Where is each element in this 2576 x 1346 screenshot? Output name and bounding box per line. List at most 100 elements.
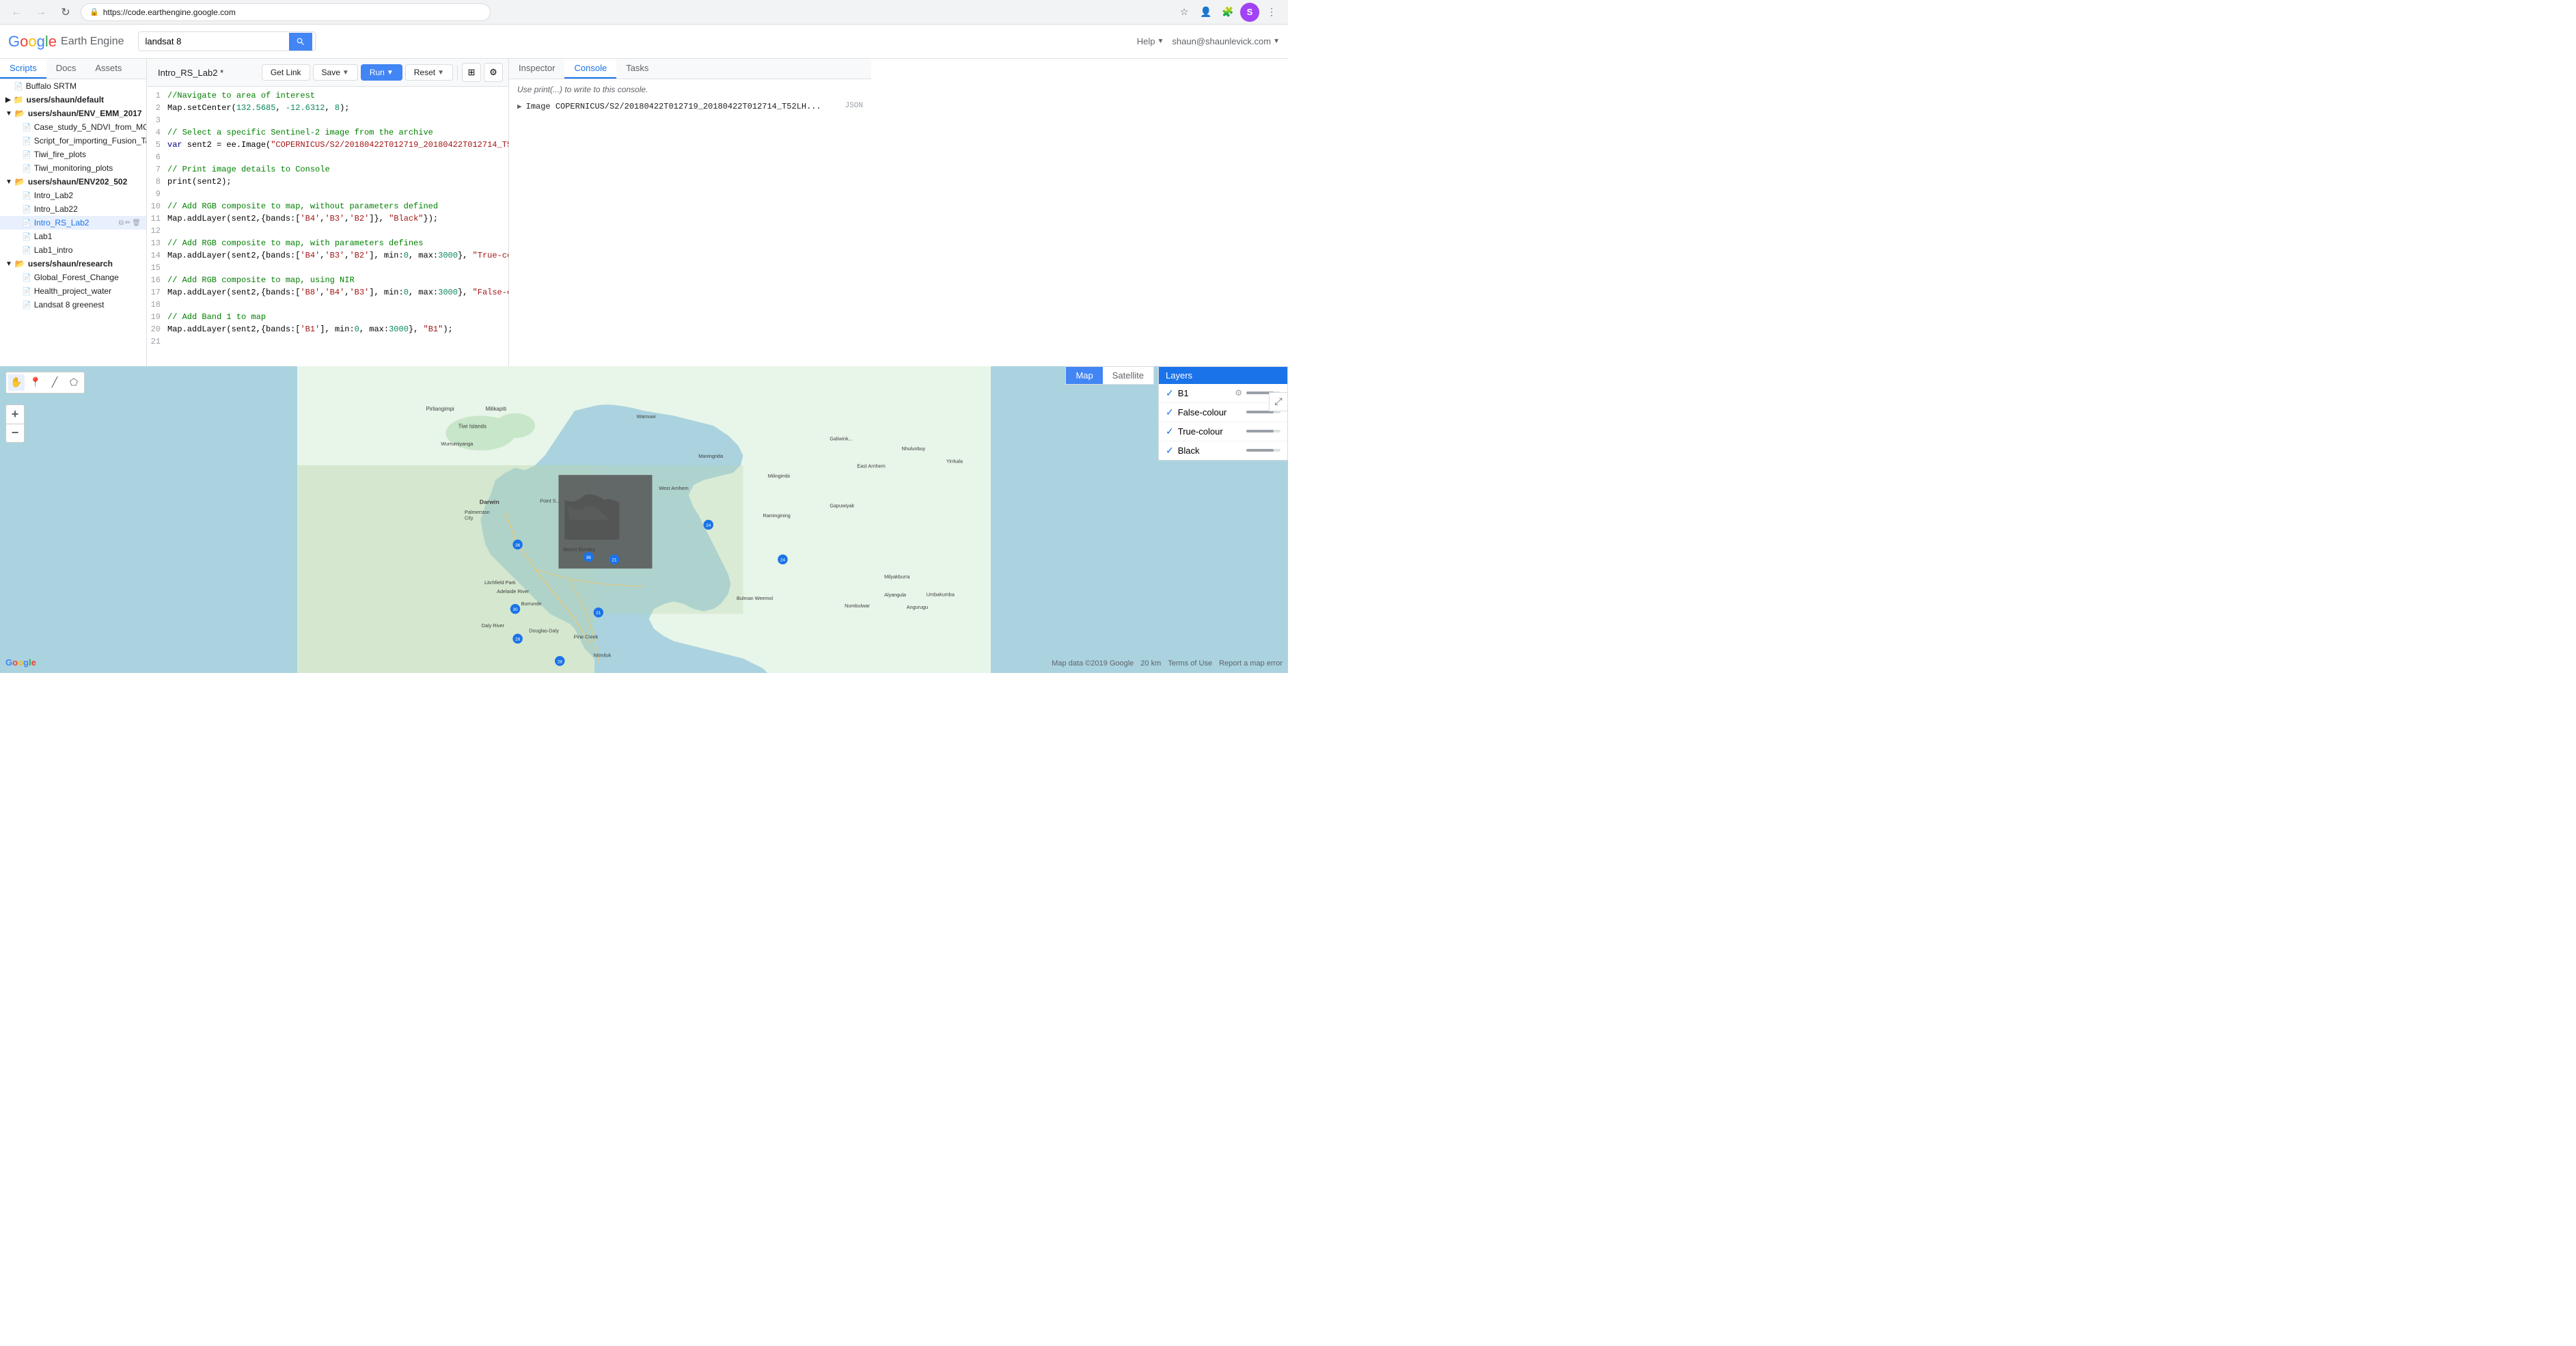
folder-icon: 📂 [15,109,25,118]
layer-gear-b1[interactable]: ⚙ [1235,388,1242,398]
code-editor[interactable]: 1 //Navigate to area of interest 2 Map.s… [147,87,508,366]
layer-check-black[interactable]: ✓ [1166,445,1174,456]
reload-button[interactable]: ↻ [56,3,75,22]
layer-opacity-black[interactable] [1246,449,1280,452]
left-panel: Scripts Docs Assets 📄 Buffalo SRTM ▶ 📁 u… [0,59,147,366]
svg-text:West Arnhem: West Arnhem [659,485,688,491]
map-type-map[interactable]: Map [1066,367,1102,384]
layer-opacity-true-colour[interactable] [1246,430,1280,432]
svg-text:Umbakumba: Umbakumba [927,591,955,597]
svg-text:Galiwink...: Galiwink... [830,435,852,441]
map-type-satellite[interactable]: Satellite [1103,367,1153,384]
logo: Google Earth Engine [8,33,124,51]
svg-text:Point S...: Point S... [540,497,560,504]
file-icon: 📄 [22,137,31,146]
code-line-14: 14 Map.addLayer(sent2,{bands:['B4','B3',… [147,249,508,262]
code-line-21: 21 [147,335,508,348]
layer-opacity-false-colour[interactable] [1246,411,1280,413]
grid-view-button[interactable]: ⊞ [462,63,481,82]
address-bar[interactable]: 🔒 https://code.earthengine.google.com [81,3,491,21]
zoom-out-button[interactable]: − [5,424,25,443]
code-line-18: 18 [147,299,508,311]
list-item[interactable]: 📄 Health_project_water [0,284,146,298]
console-json-label[interactable]: JSON [845,102,863,110]
line-tool-button[interactable]: ╱ [46,374,63,391]
run-button[interactable]: Run ▼ [361,64,402,81]
svg-text:Bulman Weemol: Bulman Weemol [737,595,773,601]
fullscreen-button[interactable]: ⤢ [1269,392,1288,411]
tab-scripts[interactable]: Scripts [0,59,46,79]
hand-tool-button[interactable]: ✋ [8,374,25,391]
list-item[interactable]: 📄 Buffalo SRTM [0,79,146,93]
map-container[interactable]: 36 36 21 30 28 21 24 24 28 Pirliangimpi … [0,366,1288,674]
tab-tasks[interactable]: Tasks [616,59,658,79]
report-link[interactable]: Report a map error [1219,659,1283,668]
save-button[interactable]: Save ▼ [313,64,358,81]
point-tool-button[interactable]: 📍 [27,374,44,391]
polygon-tool-button[interactable]: ⬠ [66,374,82,391]
folder-env202[interactable]: ▼ 📂 users/shaun/ENV202_502 [0,175,146,189]
delete-icon[interactable]: 🗑 [132,219,141,227]
code-line-8: 8 print(sent2); [147,176,508,188]
layer-check-b1[interactable]: ✓ [1166,387,1174,399]
list-item[interactable]: 📄 Script_for_importing_Fusion_Tables [0,134,146,148]
list-item[interactable]: 📄 Tiwi_fire_plots [0,148,146,161]
list-item[interactable]: 📄 Intro_Lab22 [0,202,146,216]
layer-check-true-colour[interactable]: ✓ [1166,426,1174,437]
tab-assets[interactable]: Assets [85,59,131,79]
settings-button[interactable]: ⚙ [484,63,503,82]
chevron-down-icon: ▼ [5,178,12,186]
svg-text:Daly River: Daly River [482,622,505,629]
folder-research[interactable]: ▼ 📂 users/shaun/research [0,257,146,271]
folder-default[interactable]: ▶ 📁 users/shaun/default [0,93,146,107]
help-chevron-icon: ▼ [1157,38,1164,45]
svg-text:Alyangula: Alyangula [884,592,907,598]
run-chevron-icon: ▼ [387,69,394,77]
terms-link[interactable]: Terms of Use [1168,659,1212,668]
console-item[interactable]: ▶ Image COPERNICUS/S2/20180422T012719_20… [517,100,863,113]
search-input[interactable] [139,32,289,51]
list-item[interactable]: 📄 Case_study_5_NDVI_from_MODIS [0,120,146,134]
tab-console[interactable]: Console [564,59,616,79]
profile-button[interactable]: 👤 [1196,3,1216,22]
svg-text:Nitmiluk: Nitmiluk [594,652,612,658]
reset-button[interactable]: Reset ▼ [405,64,453,81]
copy-icon[interactable]: ⧉ [119,219,124,227]
tab-docs[interactable]: Docs [46,59,86,79]
list-item[interactable]: 📄 Lab1 [0,230,146,243]
user-button[interactable]: shaun@shaunlevick.com ▼ [1172,36,1280,46]
forward-button[interactable]: → [31,3,51,22]
layer-check-false-colour[interactable]: ✓ [1166,407,1174,418]
zoom-in-button[interactable]: + [5,404,25,424]
list-item[interactable]: 📄 Global_Forest_Change [0,271,146,284]
tab-inspector[interactable]: Inspector [509,59,564,79]
layers-title: Layers [1166,370,1192,381]
svg-text:Pirliangimpi: Pirliangimpi [426,406,454,412]
list-item[interactable]: 📄 Tiwi_monitoring_plots [0,161,146,175]
svg-text:28: 28 [558,659,563,664]
lock-icon: 🔒 [90,8,99,16]
help-button[interactable]: Help ▼ [1137,36,1164,46]
folder-env-emm[interactable]: ▼ 📂 users/shaun/ENV_EMM_2017 [0,107,146,120]
menu-button[interactable]: ⋮ [1262,3,1281,22]
list-item-intro-rs-lab2[interactable]: 📄 Intro_RS_Lab2 ⧉ ✏ 🗑 [0,216,146,230]
help-label: Help [1137,36,1155,46]
bookmark-button[interactable]: ☆ [1175,3,1194,22]
list-item[interactable]: 📄 Intro_Lab2 [0,189,146,202]
code-line-7: 7 // Print image details to Console [147,163,508,176]
right-panel: Inspector Console Tasks Use print(...) t… [509,59,871,366]
svg-text:Mount Bundey: Mount Bundey [563,546,595,552]
get-link-button[interactable]: Get Link [262,64,310,81]
search-button[interactable] [289,33,312,51]
file-icon: 📄 [14,82,23,91]
edit-icon[interactable]: ✏ [125,219,131,227]
avatar[interactable]: S [1240,3,1259,22]
list-item[interactable]: 📄 Lab1_intro [0,243,146,257]
back-button[interactable]: ← [7,3,26,22]
right-panel-tabs: Inspector Console Tasks [509,59,871,79]
map-footer: Map data ©2019 Google 20 km Terms of Use… [1052,659,1283,668]
extension-button[interactable]: 🧩 [1218,3,1237,22]
item-actions: ⧉ ✏ 🗑 [119,219,141,227]
code-line-19: 19 // Add Band 1 to map [147,311,508,323]
list-item[interactable]: 📄 Landsat 8 greenest [0,298,146,312]
